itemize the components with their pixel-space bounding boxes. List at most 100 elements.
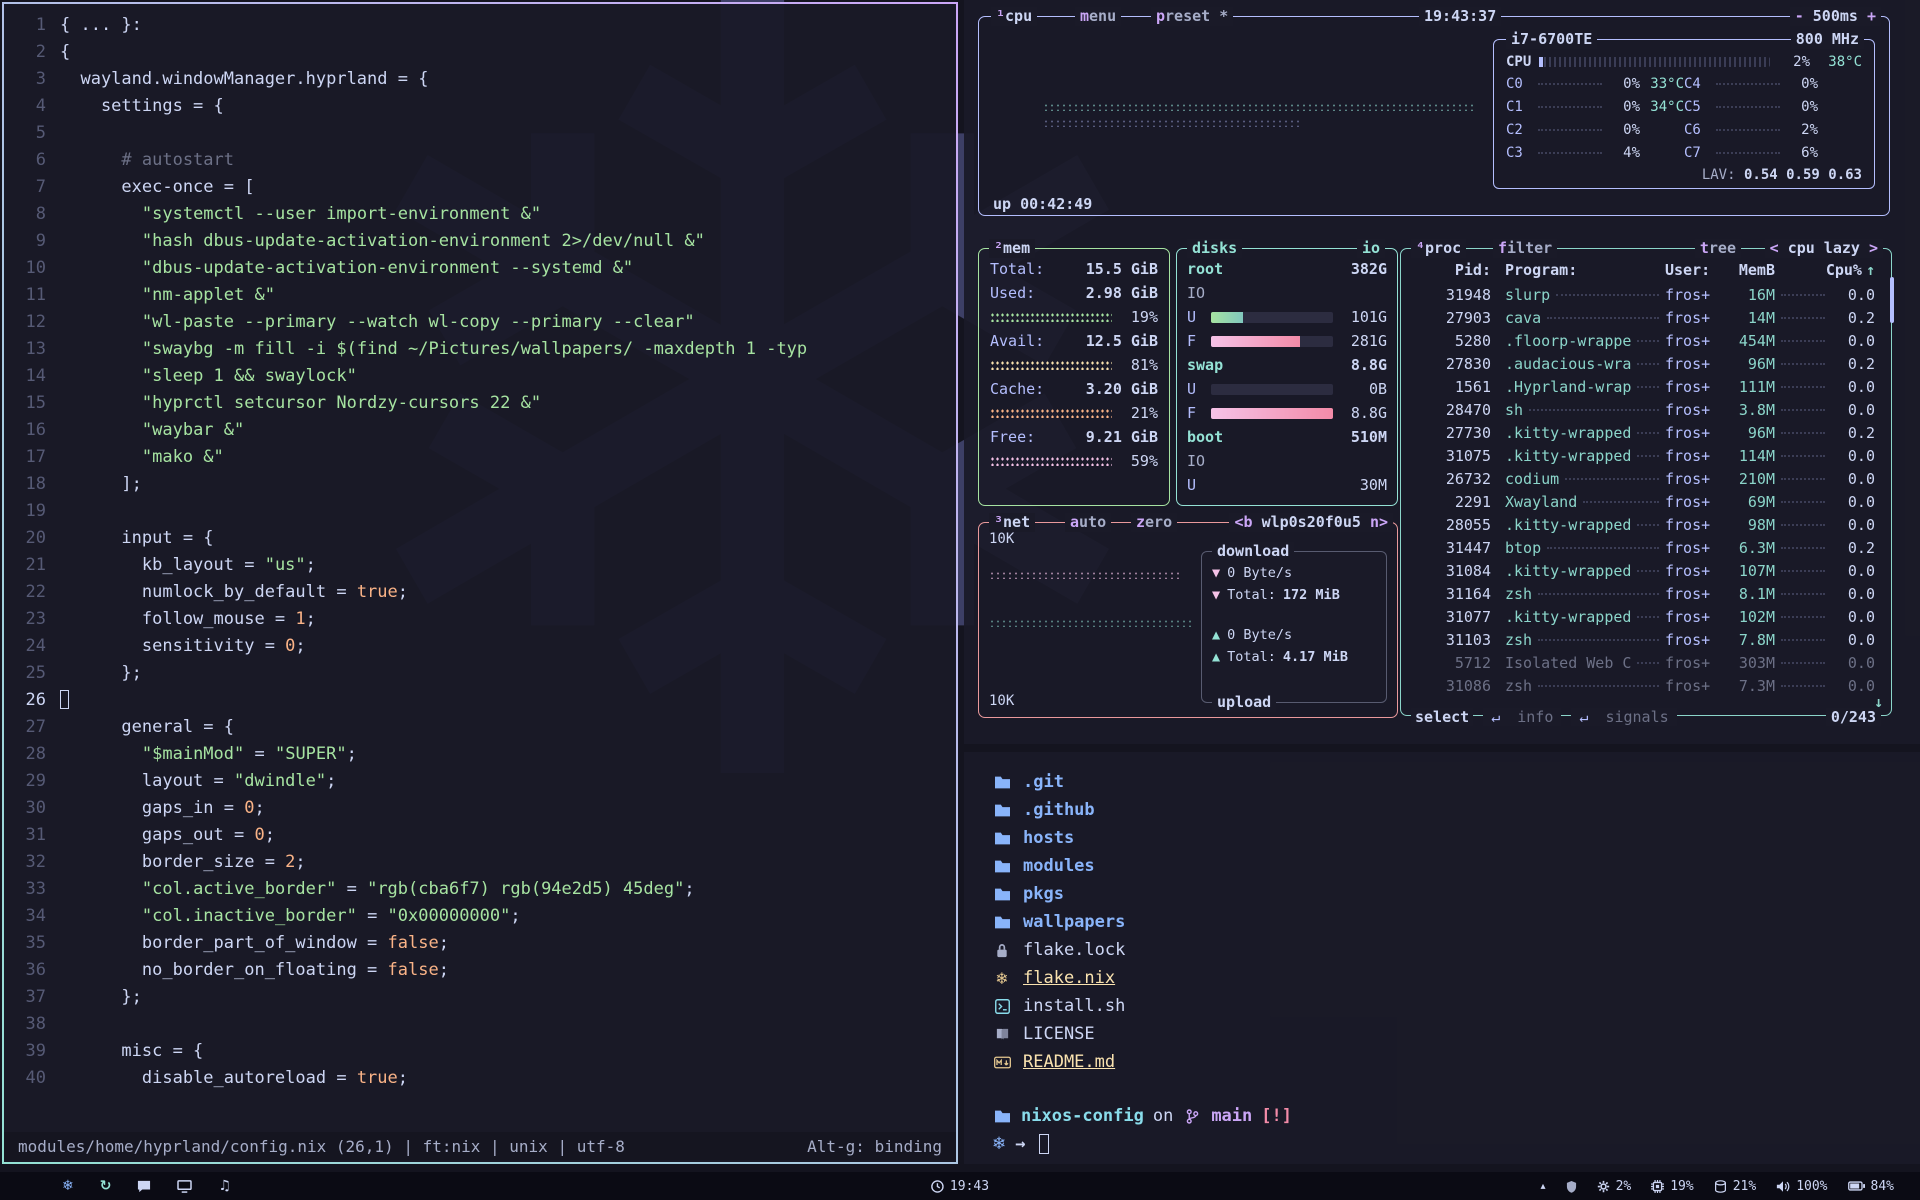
editor-line[interactable]: 11 "nm-applet &" xyxy=(4,282,956,309)
mem-header[interactable]: MemB xyxy=(1723,261,1775,279)
process-row[interactable]: 31086zshfros+7.3M0.0 xyxy=(1401,674,1891,697)
editor-line[interactable]: 30 gaps_in = 0; xyxy=(4,795,956,822)
editor-line[interactable]: 9 "hash dbus-update-activation-environme… xyxy=(4,228,956,255)
editor-line[interactable]: 2{ xyxy=(4,39,956,66)
editor-line[interactable]: 13 "swaybg -m fill -i $(find ~/Pictures/… xyxy=(4,336,956,363)
net-auto-button[interactable]: auto xyxy=(1065,513,1111,532)
memory-stat-module[interactable]: 19% xyxy=(1651,1179,1693,1194)
process-row[interactable]: 5712Isolated Web Cfros+303M0.0 xyxy=(1401,651,1891,674)
editor-line[interactable]: 10 "dbus-update-activation-environment -… xyxy=(4,255,956,282)
editor-line[interactable]: 8 "systemctl --user import-environment &… xyxy=(4,201,956,228)
io-mode-button[interactable]: io xyxy=(1357,239,1385,258)
process-scrollbar[interactable] xyxy=(1890,277,1894,323)
battery-module[interactable]: 84% xyxy=(1848,1179,1894,1194)
clock-module[interactable]: 19:43 xyxy=(931,1179,989,1194)
editor-line[interactable]: 1{ ... }: xyxy=(4,12,956,39)
chat-icon[interactable] xyxy=(137,1180,151,1193)
disk-stat-module[interactable]: 21% xyxy=(1714,1179,1756,1194)
editor-line[interactable]: 3 wayland.windowManager.hyprland = { xyxy=(4,66,956,93)
cpu-stat-module[interactable]: 2% xyxy=(1597,1179,1632,1194)
process-row[interactable]: 27830.audacious-wrafros+96M0.2 xyxy=(1401,352,1891,375)
volume-module[interactable]: 100% xyxy=(1776,1179,1827,1194)
editor-line[interactable]: 28 "$mainMod" = "SUPER"; xyxy=(4,741,956,768)
editor-line[interactable]: 14 "sleep 1 && swaylock" xyxy=(4,363,956,390)
code-text: wayland.windowManager.hyprland = { xyxy=(46,66,428,93)
sort-prev-button[interactable]: < xyxy=(1770,239,1779,257)
preset-button[interactable]: preset * xyxy=(1151,7,1233,26)
pid-header[interactable]: Pid: xyxy=(1409,261,1491,279)
cpu-header[interactable]: Cpu% xyxy=(1818,261,1862,279)
interval-plus-button[interactable]: + xyxy=(1867,7,1876,25)
editor-line[interactable]: 34 "col.inactive_border" = "0x00000000"; xyxy=(4,903,956,930)
editor-line[interactable]: 24 sensitivity = 0; xyxy=(4,633,956,660)
editor-line[interactable]: 32 border_size = 2; xyxy=(4,849,956,876)
net-prev-button[interactable]: <b xyxy=(1234,513,1252,531)
editor-line[interactable]: 15 "hyprctl setcursor Nordzy-cursors 22 … xyxy=(4,390,956,417)
signals-button[interactable]: ↵ signals xyxy=(1571,708,1676,726)
tray-expand-icon[interactable]: ▴ xyxy=(1541,1181,1546,1192)
process-row[interactable]: 2291Xwaylandfros+69M0.0 xyxy=(1401,490,1891,513)
process-row[interactable]: 28055.kitty-wrappedfros+98M0.0 xyxy=(1401,513,1891,536)
process-row[interactable]: 31164zshfros+8.1M0.0 xyxy=(1401,582,1891,605)
editor-line[interactable]: 40 disable_autoreload = true; xyxy=(4,1065,956,1092)
process-row[interactable]: 27903cavafros+14M0.2 xyxy=(1401,306,1891,329)
editor-line[interactable]: 27 general = { xyxy=(4,714,956,741)
tree-button[interactable]: tree xyxy=(1695,239,1741,258)
editor-content[interactable]: 1{ ... }:2{3 wayland.windowManager.hyprl… xyxy=(4,12,956,1092)
process-row[interactable]: 27730.kitty-wrappedfros+96M0.2 xyxy=(1401,421,1891,444)
editor-line[interactable]: 38 xyxy=(4,1011,956,1038)
net-zero-button[interactable]: zero xyxy=(1131,513,1177,532)
line-number: 15 xyxy=(4,390,46,417)
sort-next-button[interactable]: > xyxy=(1869,239,1878,257)
net-next-button[interactable]: n> xyxy=(1370,513,1388,531)
editor-line[interactable]: 7 exec-once = [ xyxy=(4,174,956,201)
editor-line[interactable]: 29 layout = "dwindle"; xyxy=(4,768,956,795)
editor-line[interactable]: 25 }; xyxy=(4,660,956,687)
editor-line[interactable]: 35 border_part_of_window = false; xyxy=(4,930,956,957)
filter-button[interactable]: filter xyxy=(1493,239,1557,258)
editor-line[interactable]: 19 xyxy=(4,498,956,525)
editor-line[interactable]: 37 }; xyxy=(4,984,956,1011)
editor-line[interactable]: 12 "wl-paste --primary --watch wl-copy -… xyxy=(4,309,956,336)
menu-button[interactable]: menu xyxy=(1075,7,1121,26)
editor-line[interactable]: 22 numlock_by_default = true; xyxy=(4,579,956,606)
process-row[interactable]: 28470shfros+3.8M0.0 xyxy=(1401,398,1891,421)
editor-line[interactable]: 6 # autostart xyxy=(4,147,956,174)
process-row[interactable]: 31075.kitty-wrappedfros+114M0.0 xyxy=(1401,444,1891,467)
nix-icon[interactable]: ❄ xyxy=(62,1178,74,1194)
process-row[interactable]: 31447btopfros+6.3M0.2 xyxy=(1401,536,1891,559)
process-row[interactable]: 26732codiumfros+210M0.0 xyxy=(1401,467,1891,490)
process-row[interactable]: 31948slurpfros+16M0.0 xyxy=(1401,283,1891,306)
editor-line[interactable]: 17 "mako &" xyxy=(4,444,956,471)
user-header[interactable]: User: xyxy=(1665,261,1723,279)
editor-line[interactable]: 20 input = { xyxy=(4,525,956,552)
process-row[interactable]: 31103zshfros+7.8M0.0 xyxy=(1401,628,1891,651)
disk-meter-value: 281G xyxy=(1341,332,1387,350)
prompt-input-line[interactable]: ❄ → xyxy=(992,1130,1920,1158)
editor-line[interactable]: 4 settings = { xyxy=(4,93,956,120)
process-row[interactable]: 5280.floorp-wrappefros+454M0.0 xyxy=(1401,329,1891,352)
program-header[interactable]: Program: xyxy=(1491,261,1665,279)
process-row[interactable]: 31084.kitty-wrappedfros+107M0.0 xyxy=(1401,559,1891,582)
editor-line[interactable]: 16 "waybar &" xyxy=(4,417,956,444)
editor-line[interactable]: 26 xyxy=(4,687,956,714)
editor-line[interactable]: 5 xyxy=(4,120,956,147)
editor-line[interactable]: 21 kb_layout = "us"; xyxy=(4,552,956,579)
music-icon[interactable]: ♫ xyxy=(218,1178,231,1194)
code-text: { ... }: xyxy=(46,12,142,39)
editor-line[interactable]: 23 follow_mouse = 1; xyxy=(4,606,956,633)
disks-box-title[interactable]: disks xyxy=(1187,239,1242,258)
shield-icon[interactable] xyxy=(1566,1180,1577,1193)
editor-line[interactable]: 33 "col.active_border" = "rgb(cba6f7) rg… xyxy=(4,876,956,903)
process-row[interactable]: 1561.Hyprland-wrapfros+111M0.0 xyxy=(1401,375,1891,398)
display-icon[interactable] xyxy=(177,1180,192,1193)
editor-line[interactable]: 39 misc = { xyxy=(4,1038,956,1065)
editor-line[interactable]: 18 ]; xyxy=(4,471,956,498)
info-button[interactable]: ↵ info xyxy=(1483,708,1561,726)
process-row[interactable]: 31077.kitty-wrappedfros+102M0.0 xyxy=(1401,605,1891,628)
interval-minus-button[interactable]: - xyxy=(1795,7,1804,25)
editor-line[interactable]: 31 gaps_out = 0; xyxy=(4,822,956,849)
select-button[interactable]: select xyxy=(1411,708,1473,726)
refresh-icon[interactable]: ↻ xyxy=(100,1178,112,1194)
editor-line[interactable]: 36 no_border_on_floating = false; xyxy=(4,957,956,984)
